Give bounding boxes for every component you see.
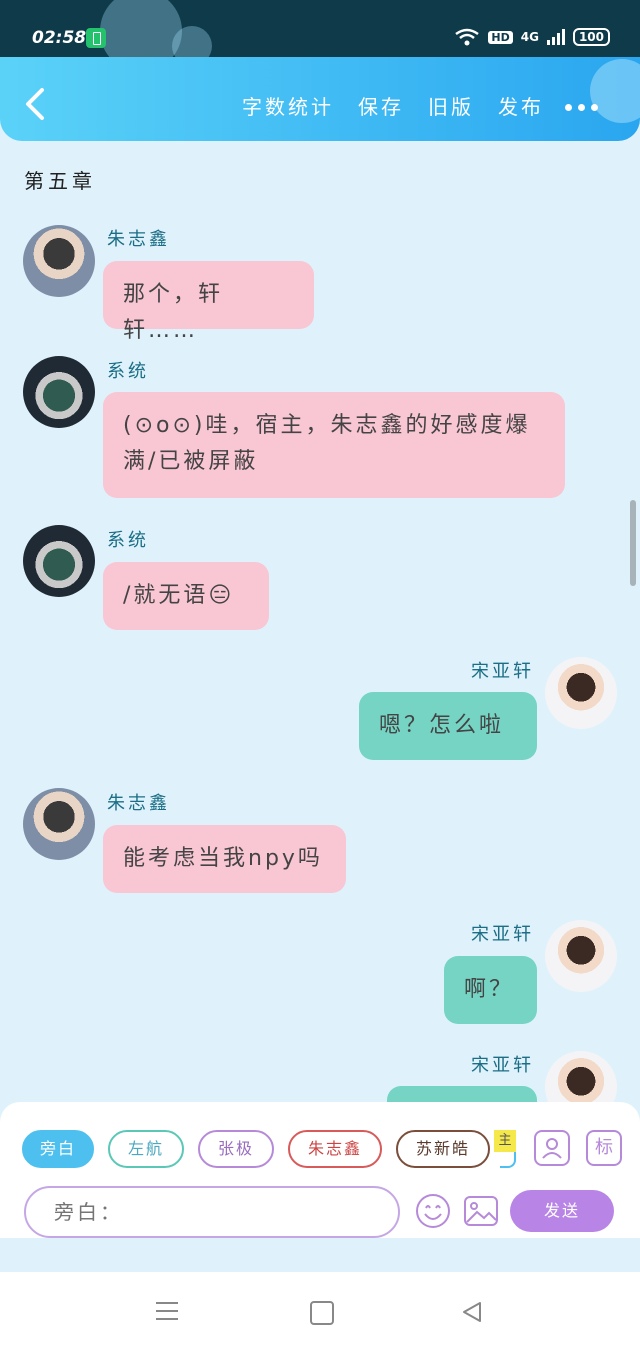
chat-bubble[interactable]: (⊙o⊙)哇，宿主，朱志鑫的好感度爆满/已被屏蔽 (103, 392, 565, 498)
panel-divider (0, 1238, 640, 1272)
speaker-name: 系统 (107, 361, 149, 382)
image-icon[interactable] (462, 1192, 500, 1230)
avatar[interactable] (23, 356, 95, 428)
battery-icon: 100 (572, 28, 610, 46)
wifi-icon (455, 28, 480, 46)
more-options-icon[interactable] (565, 104, 598, 111)
speaker-name: 系统 (107, 530, 149, 551)
character-chip-narrator[interactable]: 旁白 (22, 1130, 94, 1168)
old-version-button[interactable]: 旧版 (428, 91, 474, 120)
speaker-name: 朱志鑫 (107, 793, 170, 814)
avatar[interactable] (545, 657, 617, 729)
tag-button[interactable]: 标 (586, 1130, 622, 1166)
back-triangle-icon[interactable] (460, 1300, 484, 1324)
speaker-name: 朱志鑫 (107, 229, 170, 250)
send-button[interactable]: 发送 (510, 1190, 614, 1232)
menu-icon[interactable] (156, 1302, 178, 1326)
host-tag-pointer (500, 1152, 516, 1168)
chapter-title: 第五章 (24, 169, 96, 193)
battery-saver-icon (86, 28, 106, 48)
signal-icon (546, 29, 565, 45)
character-chip[interactable]: 朱志鑫 (288, 1130, 383, 1168)
network-label: 4G (520, 30, 539, 44)
character-selector: 旁白 左航 张极 朱志鑫 苏新皓 (22, 1130, 491, 1168)
message-input[interactable] (24, 1186, 400, 1238)
decor-bubble (100, 0, 182, 62)
clock: 02:58 (32, 28, 87, 48)
character-chip[interactable]: 张极 (198, 1130, 275, 1168)
save-button[interactable]: 保存 (358, 91, 404, 120)
speaker-name: 宋亚轩 (471, 924, 534, 945)
system-nav-bar (0, 1272, 640, 1351)
status-bar: 02:58 HD 4G 100 (0, 0, 640, 62)
editor-toolbar: 字数统计 保存 旧版 发布 (0, 57, 640, 141)
avatar[interactable] (545, 920, 617, 992)
avatar[interactable] (23, 525, 95, 597)
publish-button[interactable]: 发布 (498, 91, 544, 120)
host-tag: 主 (494, 1130, 516, 1152)
hd-badge: HD (488, 30, 513, 44)
chat-bubble[interactable]: 嗯？怎么啦 (359, 692, 537, 760)
chat-bubble[interactable]: /就无语😑 (103, 562, 269, 630)
speaker-name: 宋亚轩 (471, 1055, 534, 1076)
back-arrow-icon[interactable] (22, 87, 48, 121)
decor-bubble (590, 59, 640, 123)
scrollbar[interactable] (630, 500, 636, 586)
avatar[interactable] (23, 225, 95, 297)
emoji-icon[interactable] (414, 1192, 452, 1230)
composer-panel: 旁白 左航 张极 朱志鑫 苏新皓 主 标 发送 (0, 1102, 640, 1238)
home-icon[interactable] (310, 1301, 334, 1325)
chat-bubble[interactable]: 那个，轩轩…… (103, 261, 314, 343)
chat-bubble[interactable]: 能考虑当我npy吗 (103, 825, 346, 893)
word-count-button[interactable]: 字数统计 (242, 91, 334, 120)
avatar[interactable] (23, 788, 95, 860)
chat-bubble[interactable]: 啊？ (444, 956, 537, 1024)
character-chip[interactable]: 左航 (108, 1130, 185, 1168)
speaker-name: 宋亚轩 (471, 661, 534, 682)
character-chip[interactable]: 苏新皓 (396, 1130, 491, 1168)
character-profile-icon[interactable] (534, 1130, 570, 1166)
